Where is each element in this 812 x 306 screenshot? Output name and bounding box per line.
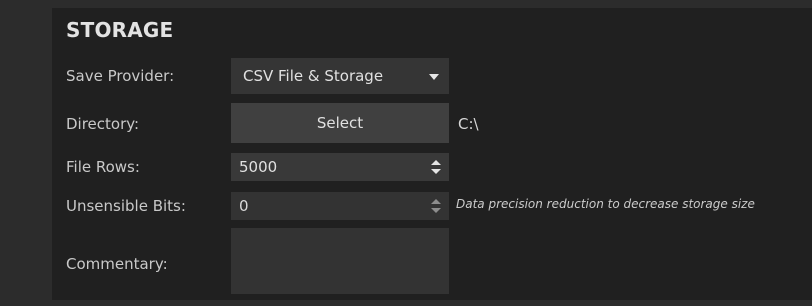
chevron-down-icon [429,74,439,80]
save-provider-value: CSV File & Storage [243,67,384,85]
save-provider-label: Save Provider: [66,67,175,85]
directory-label: Directory: [66,115,140,133]
unsensible-bits-label: Unsensible Bits: [66,197,186,215]
arrow-down-icon[interactable] [431,169,441,174]
arrow-up-icon[interactable] [431,199,441,204]
commentary-input[interactable] [231,228,449,294]
stepper-arrows-icon[interactable] [431,160,441,174]
file-rows-label: File Rows: [66,158,140,176]
directory-path: C:\ [458,115,479,133]
select-directory-button[interactable]: Select [231,103,449,143]
file-rows-stepper[interactable]: 5000 [231,153,449,181]
commentary-label: Commentary: [66,255,168,273]
section-title: STORAGE [66,18,174,42]
stepper-arrows-icon[interactable] [431,199,441,213]
file-rows-value: 5000 [239,158,278,176]
save-provider-dropdown[interactable]: CSV File & Storage [231,58,449,94]
unsensible-bits-value: 0 [239,197,249,215]
unsensible-bits-stepper[interactable]: 0 [231,192,449,220]
arrow-up-icon[interactable] [431,160,441,165]
arrow-down-icon[interactable] [431,208,441,213]
unsensible-bits-hint: Data precision reduction to decrease sto… [456,197,755,211]
